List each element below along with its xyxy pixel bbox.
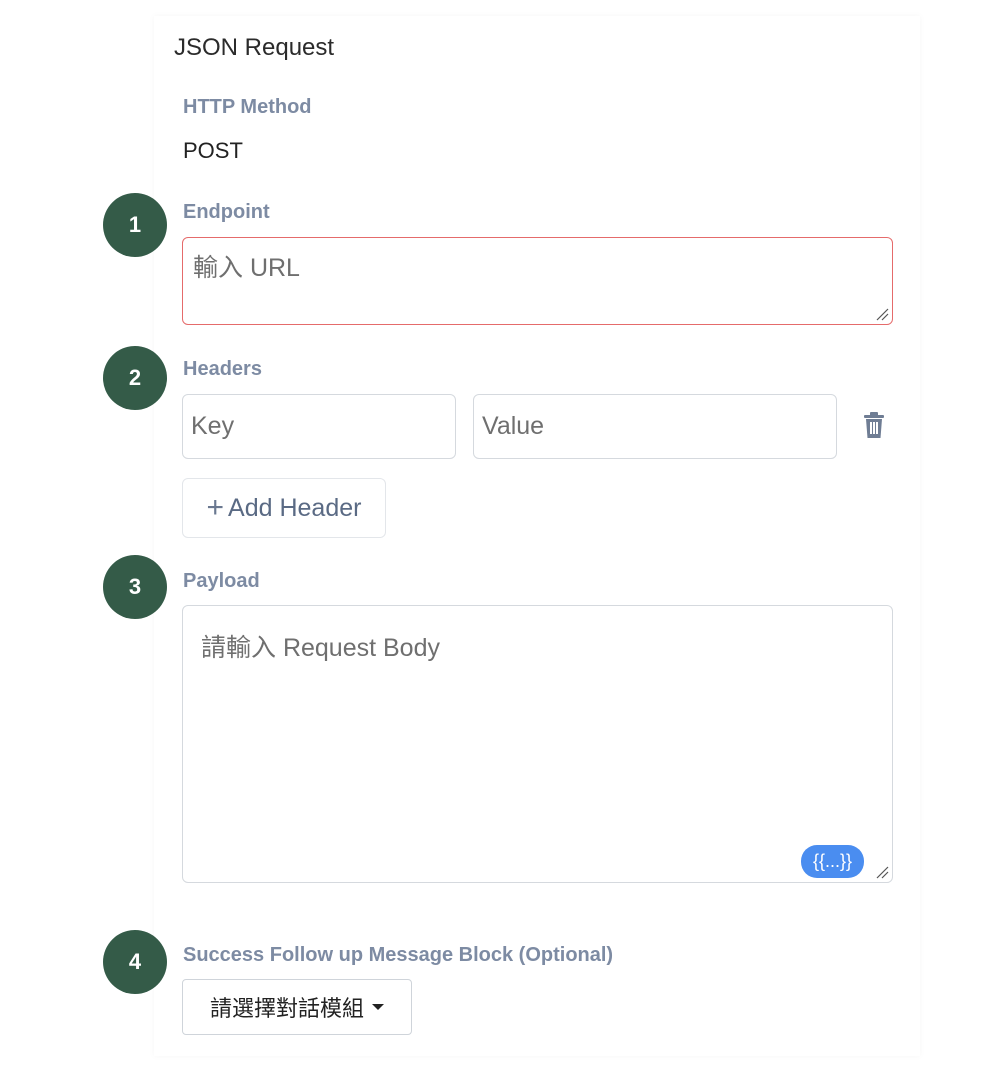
http-method-label: HTTP Method (183, 96, 312, 118)
step-badge-4: 4 (103, 930, 167, 994)
success-block-select[interactable]: 請選擇對話模組 (182, 979, 412, 1035)
header-key-placeholder: Key (191, 412, 235, 440)
step-badge-2: 2 (103, 346, 167, 410)
endpoint-input[interactable]: 輸入 URL (182, 237, 893, 325)
trash-icon[interactable] (862, 411, 886, 439)
endpoint-placeholder: 輸入 URL (193, 254, 300, 282)
add-header-button[interactable]: + Add Header (182, 478, 386, 538)
payload-label: Payload (183, 570, 260, 592)
header-value-input[interactable]: Value (473, 394, 837, 459)
success-block-select-value: 請選擇對話模組 (209, 996, 364, 1021)
http-method-value: POST (183, 138, 243, 163)
panel-title: JSON Request (174, 34, 335, 61)
headers-label: Headers (183, 358, 262, 380)
payload-placeholder: 請輸入 Request Body (201, 634, 440, 662)
step-badge-3: 3 (103, 555, 167, 619)
header-value-placeholder: Value (482, 412, 545, 440)
header-key-input[interactable]: Key (182, 394, 456, 459)
resize-grip-icon[interactable] (875, 865, 889, 879)
step-badge-1: 1 (103, 193, 167, 257)
success-block-label: Success Follow up Message Block (Optiona… (183, 944, 614, 966)
insert-variable-button[interactable]: {{...}} (800, 845, 864, 878)
resize-grip-icon[interactable] (875, 307, 889, 321)
plus-icon: + (206, 491, 225, 524)
add-header-label: Add Header (228, 493, 362, 522)
endpoint-label: Endpoint (183, 201, 270, 223)
payload-input[interactable]: 請輸入 Request Body {{...}} (182, 605, 893, 883)
caret-down-icon (372, 1004, 384, 1010)
